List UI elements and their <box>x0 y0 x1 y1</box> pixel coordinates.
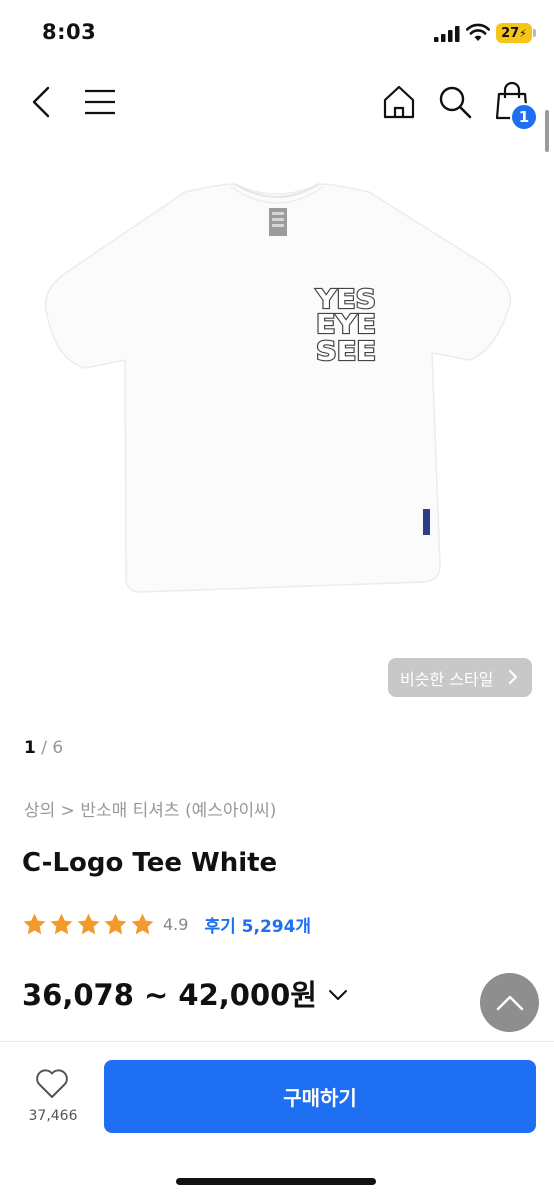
like-count: 37,466 <box>28 1108 78 1124</box>
star-icon <box>131 913 154 934</box>
price-row[interactable]: 36,078 ~ 42,000원 <box>22 972 349 1014</box>
similar-style-button[interactable]: 비슷한 스타일 <box>388 658 532 697</box>
graphic-text-line-2: EYE <box>316 310 376 340</box>
battery-tip <box>533 29 536 37</box>
star-icon <box>50 913 73 934</box>
pager-total: / 6 <box>35 738 64 758</box>
product-title: C-Logo Tee White <box>22 848 278 878</box>
battery-icon: 27 ⚡ <box>496 23 532 43</box>
status-bar: 8:03 27 ⚡ <box>0 0 554 66</box>
back-arrow-icon[interactable] <box>24 82 60 122</box>
heart-icon <box>36 1069 68 1098</box>
image-pager: 1 / 6 <box>24 738 63 758</box>
home-indicator <box>176 1178 376 1185</box>
wifi-icon <box>466 23 490 41</box>
star-icon <box>23 913 46 934</box>
chevron-up-icon <box>496 995 523 1010</box>
similar-style-label: 비슷한 스타일 <box>400 669 494 689</box>
cellular-signal-icon <box>434 26 460 42</box>
scroll-to-top-button[interactable] <box>480 973 539 1032</box>
pager-current: 1 <box>24 738 36 758</box>
search-icon[interactable] <box>436 82 474 122</box>
buy-button[interactable]: 구매하기 <box>104 1060 536 1133</box>
status-time: 8:03 <box>42 20 97 44</box>
home-icon[interactable] <box>380 82 418 122</box>
battery-level: 27 <box>501 25 520 41</box>
chevron-down-icon[interactable] <box>327 988 349 1002</box>
cart-count-badge: 1 <box>510 103 538 131</box>
chevron-right-icon <box>509 670 517 684</box>
hamburger-menu-icon[interactable] <box>80 84 120 120</box>
rating-row: 4.9 후기 5,294개 <box>22 910 311 938</box>
star-icon <box>77 913 100 934</box>
product-image[interactable]: YES EYE SEE <box>30 170 524 610</box>
breadcrumb[interactable]: 상의 > 반소매 티셔츠 (예스아이씨) <box>24 796 276 821</box>
like-button[interactable]: 37,466 <box>24 1068 84 1132</box>
bottom-bar-divider <box>0 1041 554 1042</box>
reviews-link[interactable]: 후기 5,294개 <box>204 912 311 937</box>
rating-value: 4.9 <box>163 914 189 934</box>
star-icon <box>104 913 127 934</box>
scroll-indicator <box>545 110 549 152</box>
graphic-text-line-3: SEE <box>316 337 376 367</box>
price: 36,078 ~ 42,000원 <box>22 978 317 1012</box>
top-nav-bar <box>0 72 554 134</box>
star-rating <box>22 912 155 937</box>
